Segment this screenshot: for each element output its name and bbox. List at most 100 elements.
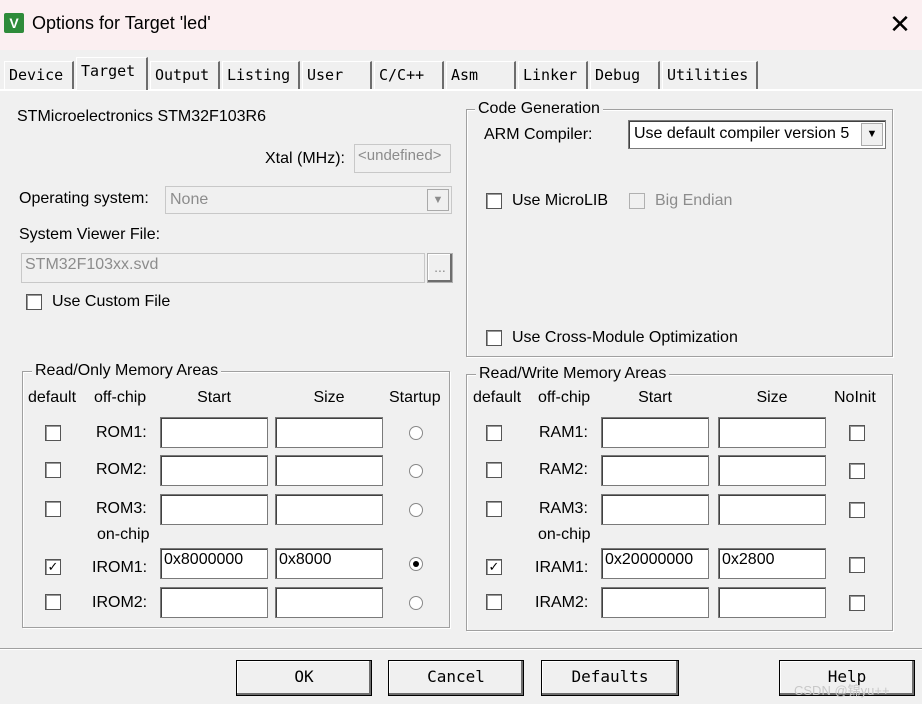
ro-header-start: Start (197, 389, 231, 406)
rw-header-default: default (473, 389, 522, 406)
irom1-default-checkbox[interactable]: ✓ (45, 559, 61, 575)
irom2-size-input[interactable] (275, 587, 383, 618)
compiler-select[interactable]: Use default compiler version 5 ▼ (628, 120, 886, 149)
ram3-noinit-checkbox[interactable] (849, 502, 865, 518)
defaults-button[interactable]: Defaults (541, 660, 679, 696)
iram2-default-checkbox[interactable] (486, 594, 502, 610)
app-icon: V (4, 13, 24, 33)
iram2-size-input[interactable] (718, 587, 826, 618)
irom2-start-input[interactable] (160, 587, 268, 618)
rom1-startup-radio[interactable] (409, 426, 423, 440)
ro-header-size: Size (313, 389, 345, 406)
os-select-value: None (170, 191, 209, 208)
rw-header-size: Size (756, 389, 788, 406)
rom3-start-input[interactable] (160, 494, 268, 525)
rw-header-offchip: off-chip (538, 389, 591, 406)
ram1-label: RAM1: (539, 424, 588, 441)
tab-device[interactable]: Device (4, 61, 74, 89)
ro-header-default: default (28, 389, 77, 406)
ram3-label: RAM3: (539, 500, 588, 517)
irom2-startup-radio[interactable] (409, 596, 423, 610)
tab-output[interactable]: Output (150, 61, 220, 89)
ram2-size-input[interactable] (718, 455, 826, 486)
tab-listing[interactable]: Listing (222, 61, 300, 89)
irom1-start-input[interactable]: 0x8000000 (160, 548, 268, 579)
irom2-default-checkbox[interactable] (45, 594, 61, 610)
iram1-size-input[interactable]: 0x2800 (718, 548, 826, 579)
os-select[interactable]: None ▼ (165, 186, 452, 214)
custom-file-label: Use Custom File (52, 293, 171, 310)
rw-memory-title: Read/Write Memory Areas (476, 365, 670, 383)
irom2-label: IROM2: (92, 594, 148, 611)
iram1-default-checkbox[interactable]: ✓ (486, 559, 502, 575)
ro-memory-title: Read/Only Memory Areas (32, 362, 222, 380)
microlib-label: Use MicroLIB (512, 192, 609, 209)
ram2-default-checkbox[interactable] (486, 462, 502, 478)
rw-header-start: Start (638, 389, 672, 406)
iram2-noinit-checkbox[interactable] (849, 595, 865, 611)
rom1-default-checkbox[interactable] (45, 425, 61, 441)
tab-user[interactable]: User (302, 61, 372, 89)
iram2-start-input[interactable] (601, 587, 709, 618)
ro-onchip-label: on-chip (97, 526, 150, 543)
rom3-label: ROM3: (96, 500, 147, 517)
window-title: Options for Target 'led' (32, 13, 211, 33)
rom1-start-input[interactable] (160, 417, 268, 448)
big-endian-label: Big Endian (655, 192, 733, 209)
xtal-input[interactable]: <undefined> (354, 144, 451, 173)
tab-debug[interactable]: Debug (590, 61, 660, 89)
bottom-separator (0, 648, 922, 650)
ram2-noinit-checkbox[interactable] (849, 463, 865, 479)
cross-module-checkbox[interactable] (486, 330, 502, 346)
ro-header-offchip: off-chip (94, 389, 147, 406)
rom2-label: ROM2: (96, 461, 147, 478)
custom-file-checkbox[interactable] (26, 294, 42, 310)
chevron-down-icon: ▼ (427, 189, 449, 211)
ram1-default-checkbox[interactable] (486, 425, 502, 441)
rom3-size-input[interactable] (275, 494, 383, 525)
rom3-startup-radio[interactable] (409, 503, 423, 517)
tab-cc[interactable]: C/C++ (374, 61, 444, 89)
rom1-label: ROM1: (96, 424, 147, 441)
irom1-label: IROM1: (92, 559, 148, 576)
ram1-start-input[interactable] (601, 417, 709, 448)
ro-header-startup: Startup (389, 389, 441, 406)
rom2-default-checkbox[interactable] (45, 462, 61, 478)
watermark: CSDN @锦yu++ (794, 683, 890, 698)
os-label: Operating system: (19, 190, 149, 207)
iram1-noinit-checkbox[interactable] (849, 557, 865, 573)
iram2-label: IRAM2: (535, 594, 589, 611)
ram1-size-input[interactable] (718, 417, 826, 448)
tab-target[interactable]: Target (76, 57, 148, 90)
irom1-size-input[interactable]: 0x8000 (275, 548, 383, 579)
tab-utilities[interactable]: Utilities (662, 61, 758, 89)
close-icon[interactable]: ✕ (884, 9, 916, 41)
microlib-checkbox[interactable] (486, 193, 502, 209)
code-generation-title: Code Generation (475, 100, 603, 118)
cross-module-label: Use Cross-Module Optimization (512, 329, 738, 346)
rom1-size-input[interactable] (275, 417, 383, 448)
big-endian-checkbox[interactable] (629, 193, 645, 209)
ram2-label: RAM2: (539, 461, 588, 478)
ram3-start-input[interactable] (601, 494, 709, 525)
chevron-down-icon: ▼ (861, 123, 883, 146)
rom2-startup-radio[interactable] (409, 464, 423, 478)
rom2-size-input[interactable] (275, 455, 383, 486)
cancel-button[interactable]: Cancel (388, 660, 524, 696)
ram3-default-checkbox[interactable] (486, 501, 502, 517)
svf-label: System Viewer File: (19, 226, 161, 243)
ram1-noinit-checkbox[interactable] (849, 425, 865, 441)
irom1-startup-radio[interactable] (409, 557, 423, 571)
rom2-start-input[interactable] (160, 455, 268, 486)
ram2-start-input[interactable] (601, 455, 709, 486)
browse-button[interactable]: ... (427, 253, 453, 283)
rom3-default-checkbox[interactable] (45, 501, 61, 517)
xtal-label: Xtal (MHz): (265, 150, 345, 167)
tab-asm[interactable]: Asm (446, 61, 516, 89)
svf-input[interactable]: STM32F103xx.svd (21, 253, 425, 283)
tab-linker[interactable]: Linker (518, 61, 588, 89)
ok-button[interactable]: OK (236, 660, 372, 696)
iram1-start-input[interactable]: 0x20000000 (601, 548, 709, 579)
ram3-size-input[interactable] (718, 494, 826, 525)
rw-header-noinit: NoInit (834, 389, 876, 406)
